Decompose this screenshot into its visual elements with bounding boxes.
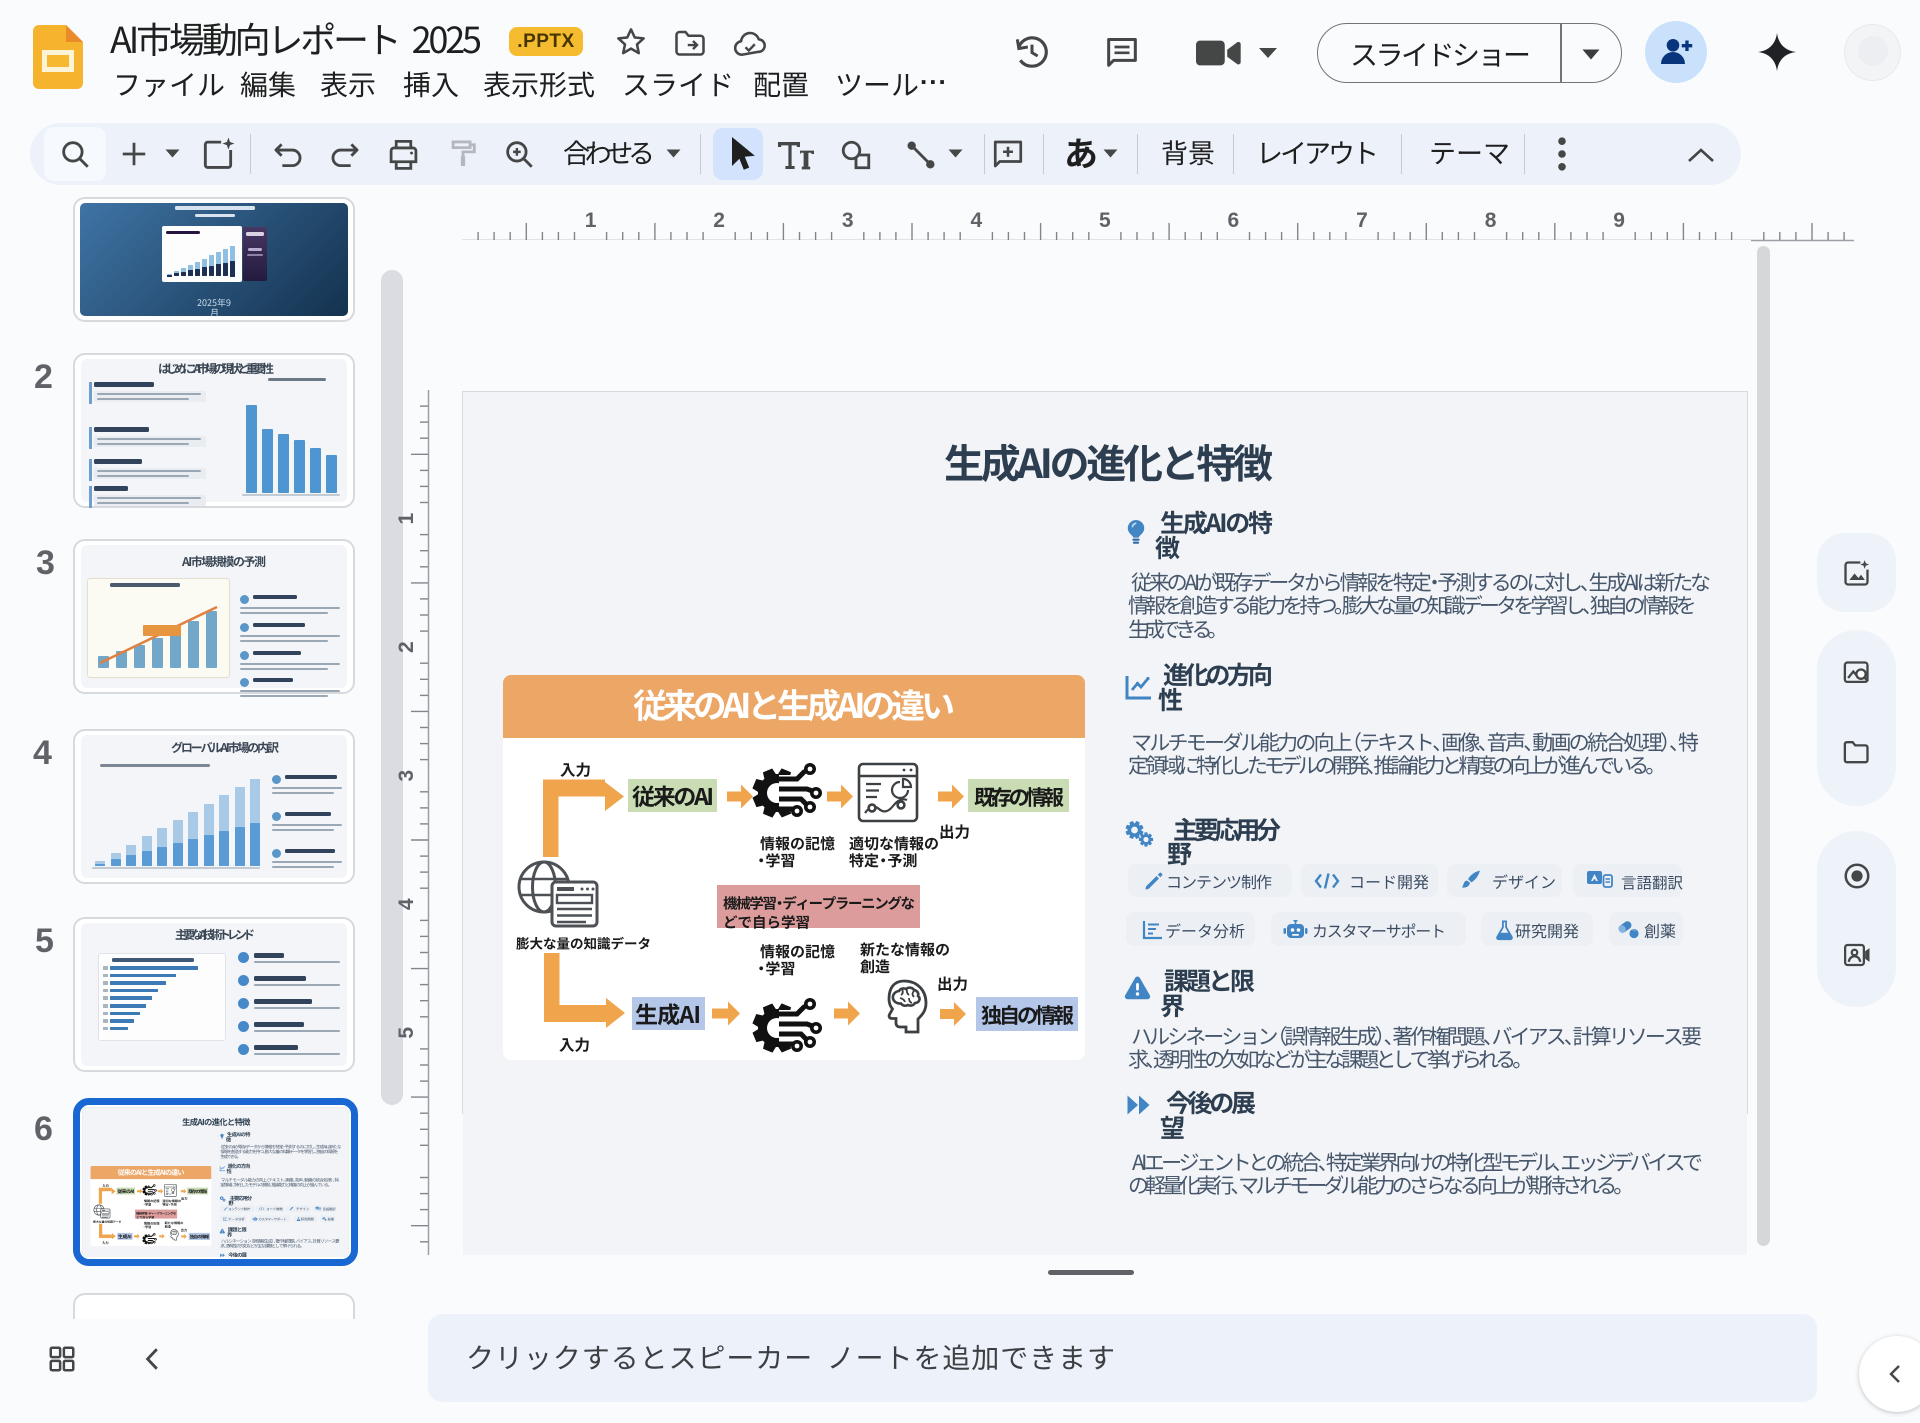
svg-text:4: 4 — [395, 898, 418, 910]
svg-text:3: 3 — [395, 770, 418, 782]
svg-text:5: 5 — [1099, 209, 1111, 232]
svg-text:5: 5 — [395, 1027, 418, 1039]
svg-text:9: 9 — [1613, 209, 1625, 232]
svg-text:1: 1 — [585, 209, 597, 232]
svg-text:6: 6 — [1228, 209, 1240, 232]
svg-text:2: 2 — [713, 209, 725, 232]
svg-text:8: 8 — [1485, 209, 1497, 232]
svg-text:3: 3 — [842, 209, 854, 232]
svg-text:4: 4 — [970, 209, 982, 232]
svg-text:2: 2 — [395, 641, 418, 653]
svg-text:7: 7 — [1356, 209, 1368, 232]
svg-text:1: 1 — [395, 512, 418, 524]
